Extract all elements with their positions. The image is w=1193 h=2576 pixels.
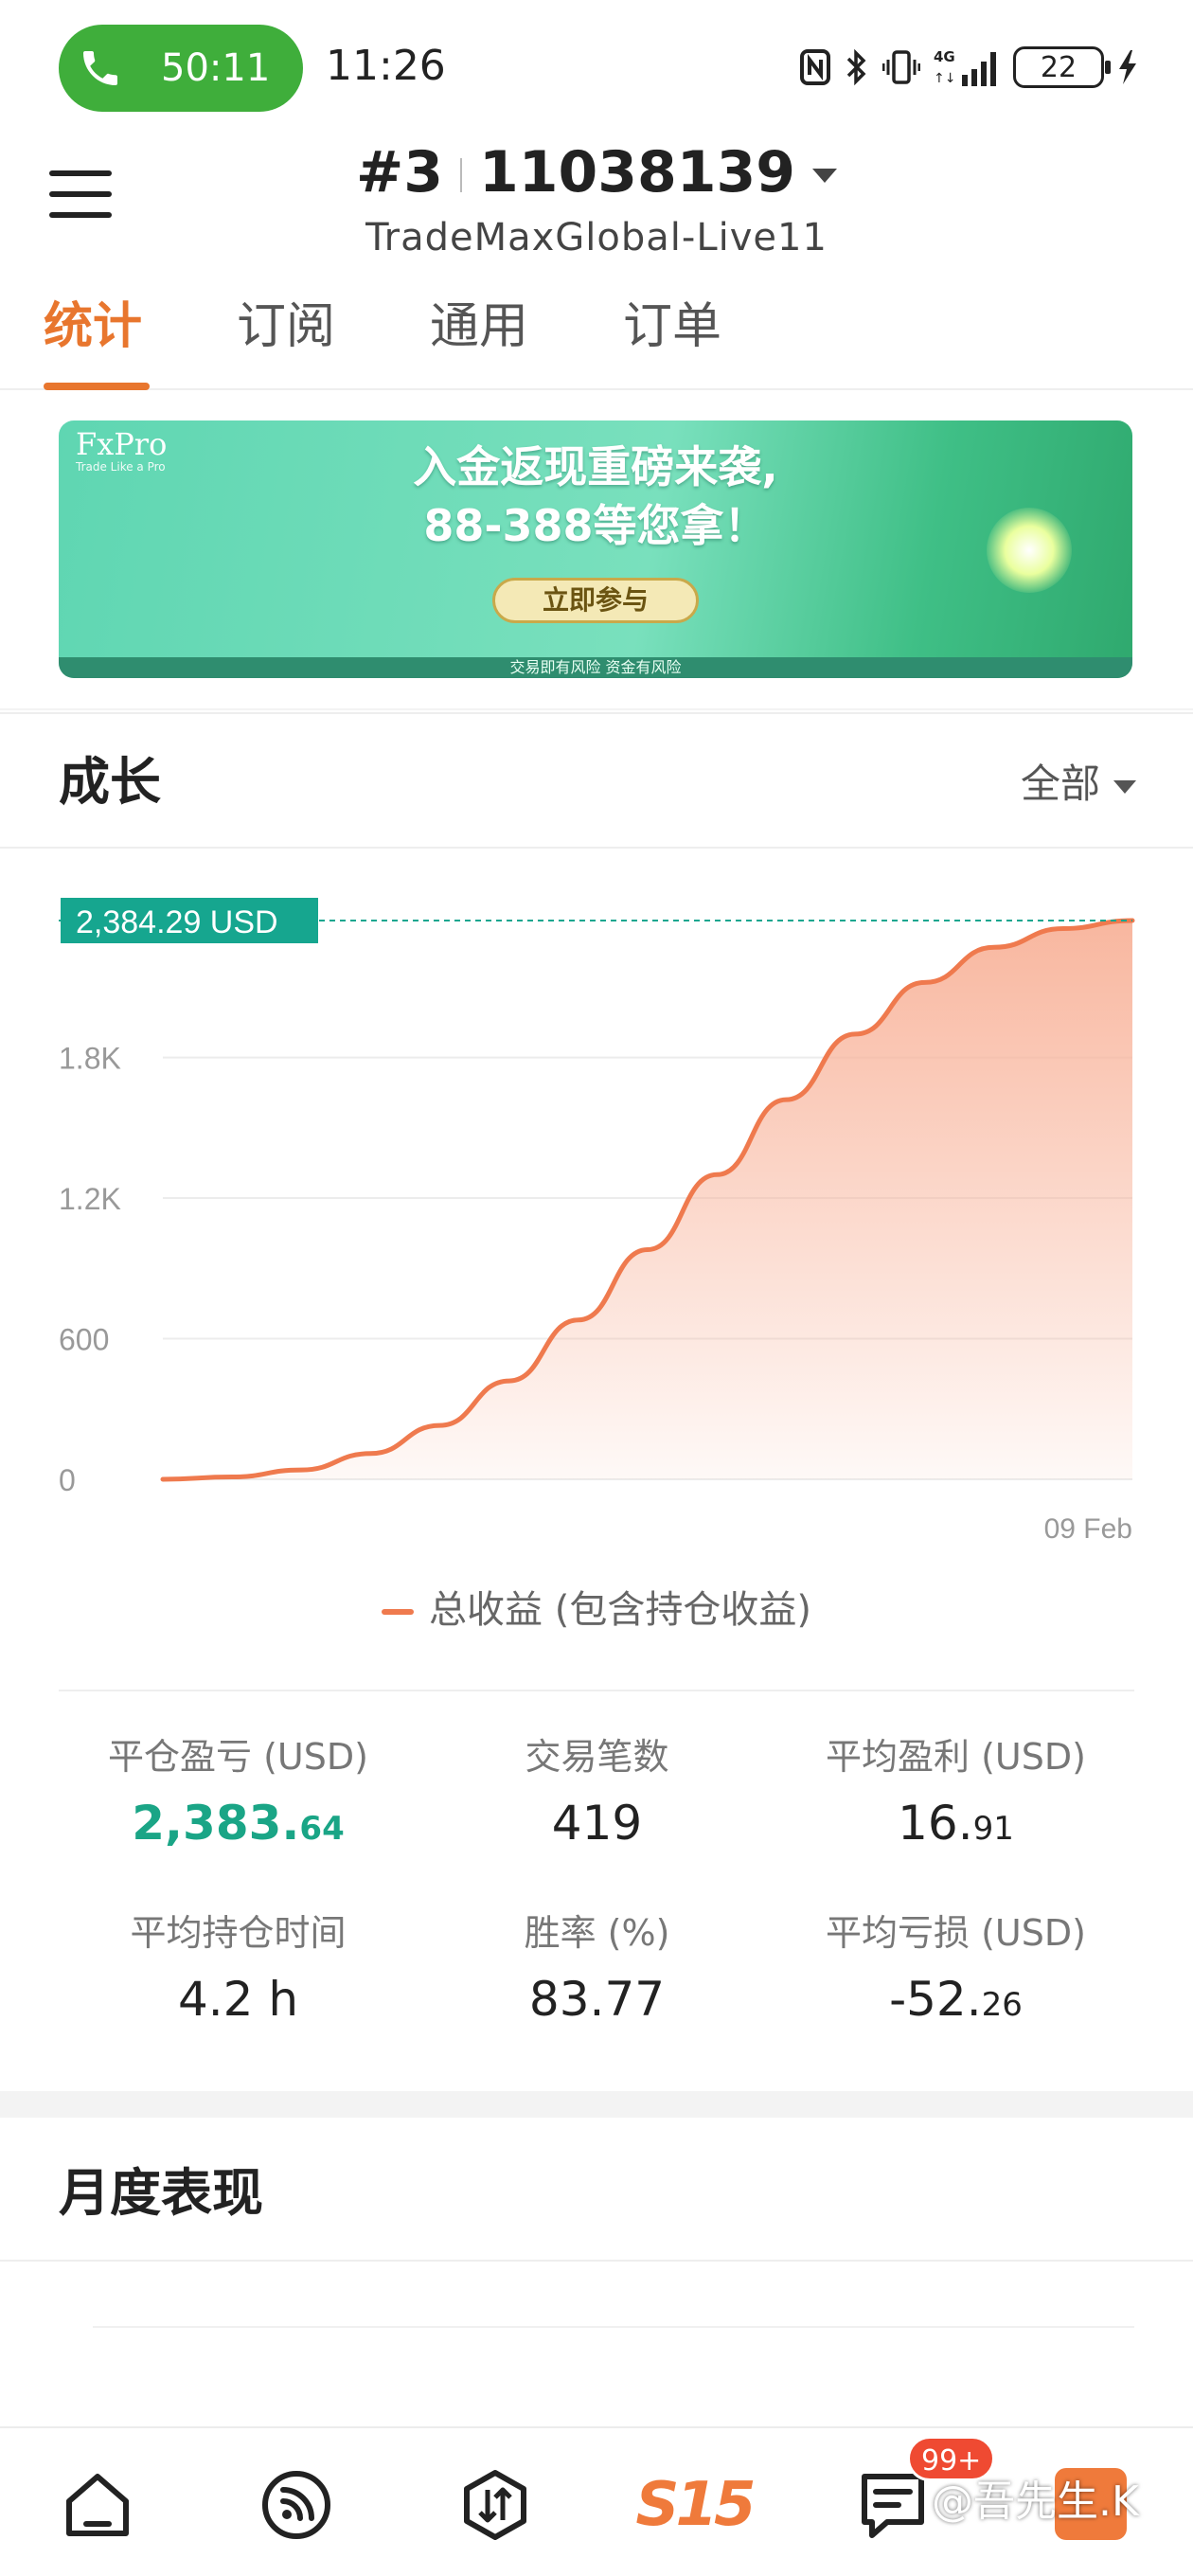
charging-icon [1119,50,1136,84]
growth-chart-svg: 0 600 1.2K 1.8K 2,384.29 USD 09 Feb [59,898,1135,1545]
section-gap [0,2091,1193,2118]
separator [460,158,463,193]
svg-text:↑↓: ↑↓ [934,71,955,86]
stat-label: 平仓盈亏 (USD) [108,1736,368,1778]
account-number: 11038139 [479,139,795,206]
stat-label: 胜率 (%) [524,1912,670,1954]
stat-value: -52.26 [889,1972,1023,2027]
bluetooth-icon [846,48,866,86]
monthly-section-header: 月度表现 [0,2118,1193,2262]
chart-legend: 总收益 (包含持仓收益) [0,1583,1193,1637]
stat-label: 平均持仓时间 [130,1912,347,1954]
active-tab-indicator [44,383,150,390]
battery-level: 22 [1040,50,1077,84]
legend-label: 总收益 (包含持仓收益) [429,1588,811,1632]
x-tick-label: 09 Feb [1044,1513,1132,1545]
growth-chart: 0 600 1.2K 1.8K 2,384.29 USD 09 Feb [0,881,1193,1563]
svg-text:4G: 4G [934,48,955,65]
stat-avg-profit: 平均盈利 (USD) 16.91 [776,1733,1135,1862]
stat-value: 419 [551,1796,643,1851]
y-tick-label: 0 [59,1463,76,1497]
range-dropdown[interactable]: 全部 [1021,758,1136,811]
battery-icon: 22 [1013,46,1111,88]
signals-icon [262,2471,330,2539]
status-bar: 50:11 11:26 4G ↑↓ 22 [0,0,1193,133]
banner-headline-2: 88-388等您拿！ [423,500,768,551]
nav-signals[interactable] [254,2462,339,2548]
stat-label: 交易笔数 [525,1736,669,1778]
s15-logo: S15 [635,2470,756,2540]
series-area [163,921,1132,1479]
nav-trade[interactable] [453,2462,538,2548]
tab-statistics[interactable]: 统计 [44,295,142,358]
signal-icon: 4G ↑↓ [934,48,996,86]
unread-badge: 99+ [907,2436,996,2481]
stats-grid: 平仓盈亏 (USD) 2,383.64 交易笔数 419 平均盈利 (USD) … [59,1690,1134,2087]
ongoing-call-pill[interactable]: 50:11 [59,25,303,112]
account-selector[interactable]: #3 11038139 [0,136,1193,208]
y-tick-label: 1.2K [59,1182,121,1216]
vibrate-icon [882,50,920,84]
legend-swatch [382,1609,415,1615]
nfc-icon [800,49,830,85]
stat-trade-count: 交易笔数 419 [418,1733,776,1862]
call-timer: 50:11 [161,46,271,90]
nav-home[interactable] [55,2462,140,2548]
range-value: 全部 [1020,760,1100,807]
stat-value: 83.77 [528,1972,666,2027]
home-icon [66,2474,129,2536]
system-icons: 4G ↑↓ 22 [799,44,1138,91]
phone-icon [83,51,117,85]
tab-bar: 统计 订阅 通用 订单 [0,280,1193,390]
tab-general[interactable]: 通用 [430,295,528,358]
account-server: TradeMaxGlobal-Live11 [365,216,828,259]
tab-orders[interactable]: 订单 [623,295,721,358]
nav-s15[interactable]: S15 [635,2462,756,2548]
stat-closed-pnl: 平仓盈亏 (USD) 2,383.64 [59,1733,418,1862]
stat-value: 4.2 h [177,1972,299,2027]
growth-title: 成长 [59,752,161,812]
chevron-down-icon [1113,779,1136,794]
banner-join-button[interactable]: 立即参与 [492,578,699,623]
stat-avg-loss: 平均亏损 (USD) -52.26 [776,1909,1135,2038]
divider [0,708,1193,710]
banner-headline-1: 入金返现重磅来袭, [413,441,778,492]
banner-disclaimer: 交易即有风险 资金有风险 [509,658,682,676]
status-clock: 11:26 [326,42,446,90]
trade-icon [464,2470,526,2540]
stat-value: 16.91 [898,1796,1014,1851]
y-tick-label: 600 [59,1323,109,1357]
stat-label: 平均亏损 (USD) [826,1912,1086,1954]
chevron-down-icon [812,168,837,183]
growth-section-header: 成长 全部 [0,712,1193,849]
stat-label: 平均盈利 (USD) [826,1736,1086,1778]
watermark: @吾先生.K [932,2478,1139,2526]
promo-banner[interactable]: FxPro Trade Like a Pro 入金返现重磅来袭, 88-388等… [59,420,1132,678]
y-tick-label: 1.8K [59,1042,121,1076]
monthly-placeholder-line [93,2326,1134,2328]
monthly-title: 月度表现 [59,2163,263,2223]
stat-avg-holding-time: 平均持仓时间 4.2 h [59,1909,418,2038]
account-index: #3 [355,139,444,206]
current-value-label: 2,384.29 USD [76,904,278,940]
tab-subscribe[interactable]: 订阅 [237,295,335,358]
stat-win-rate: 胜率 (%) 83.77 [418,1909,776,2038]
app-header: #3 11038139 TradeMaxGlobal-Live11 [0,133,1193,265]
stat-value: 2,383.64 [132,1796,345,1851]
